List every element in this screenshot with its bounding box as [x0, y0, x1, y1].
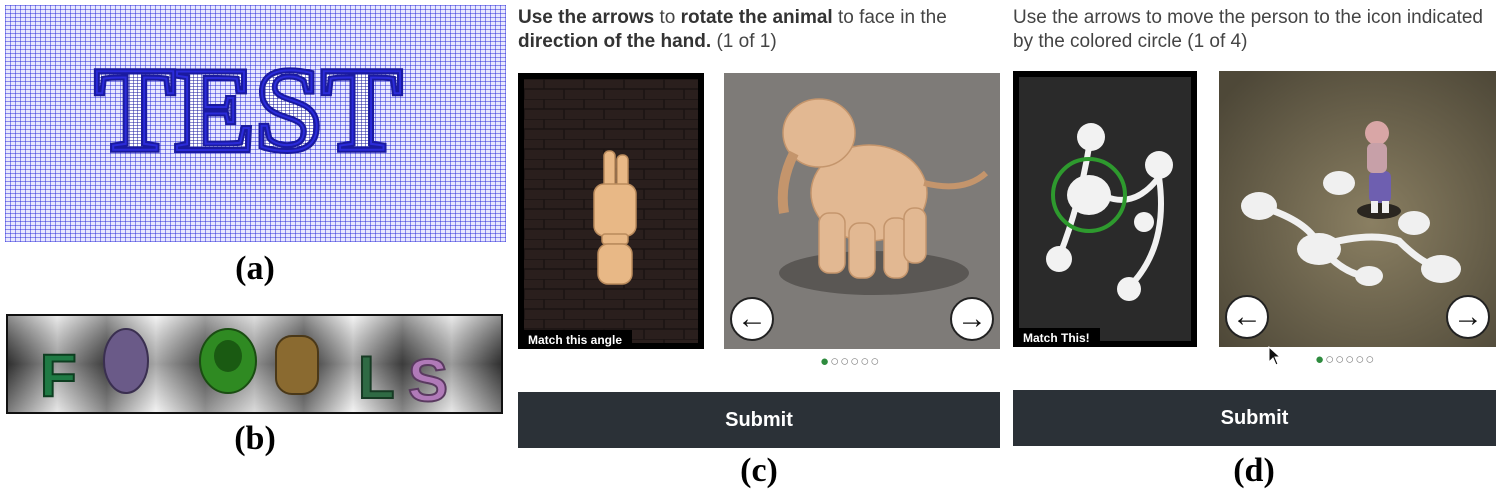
match-angle-label: Match this angle	[518, 330, 633, 349]
letter-l: L	[358, 344, 395, 411]
panel-b-3d-letters-image: F L S	[6, 314, 503, 414]
wireframe-grid: TEST TEST	[5, 5, 506, 242]
rotate-right-button[interactable]: →	[950, 297, 994, 341]
move-left-button[interactable]: ←	[1225, 295, 1269, 339]
mouse-cursor-icon	[1268, 346, 1282, 366]
rotatable-animal-view: ← →	[724, 73, 1000, 349]
caption-b: (b)	[234, 420, 276, 457]
test-text-relief: TEST TEST	[92, 40, 405, 179]
test-relief-text: TEST	[95, 43, 402, 176]
hand-on-brick-image	[524, 79, 698, 343]
arrow-right-icon: →	[1453, 300, 1483, 333]
movable-person-view: ← →	[1219, 71, 1496, 347]
progress-dots-c: ●○○○○○	[820, 353, 880, 370]
instr-c-bold-2: rotate the animal	[680, 7, 833, 28]
letter-d-shape	[275, 335, 319, 395]
panel-d-instruction: Use the arrows to move the person to the…	[1013, 7, 1483, 52]
panel-c-instruction: Use the arrows to rotate the animal to f…	[518, 6, 998, 54]
caption-d: (d)	[1233, 452, 1275, 489]
arrow-left-icon: ←	[737, 302, 767, 335]
caption-a: (a)	[235, 250, 275, 287]
panel-a-grid-image: TEST TEST	[5, 5, 506, 242]
dot-inactive: ○○○○○	[830, 353, 881, 370]
instr-c-text-3: (1 of 1)	[711, 31, 777, 52]
instr-c-text-2: to face in the	[832, 7, 947, 28]
letter-o-hole	[214, 340, 242, 372]
caption-c: (c)	[740, 452, 778, 489]
instr-c-bold-3: direction of the hand.	[518, 31, 712, 52]
arrow-right-icon: →	[957, 302, 987, 335]
instr-c-bold-1: Use the arrows	[518, 7, 655, 28]
reference-image-icons: Match This!	[1013, 71, 1197, 347]
arrow-left-icon: ←	[1232, 300, 1262, 333]
rotate-left-button[interactable]: ←	[730, 297, 774, 341]
3d-letters-scene: F L S	[8, 316, 501, 412]
letter-c-shape	[103, 328, 149, 394]
dot-active: ●	[820, 353, 831, 370]
dot-inactive: ○○○○○	[1325, 351, 1376, 368]
dot-active: ●	[1315, 351, 1326, 368]
progress-dots-d: ●○○○○○	[1315, 351, 1375, 368]
instr-c-text-1: to	[654, 7, 681, 28]
submit-button-d[interactable]: Submit	[1013, 390, 1496, 446]
reference-image-hand: Match this angle	[518, 73, 704, 349]
icon-map-image	[1019, 77, 1191, 341]
letter-s: S	[408, 347, 448, 412]
letter-f: F	[40, 342, 77, 409]
submit-button-c[interactable]: Submit	[518, 392, 1000, 448]
match-this-label: Match This!	[1013, 328, 1100, 347]
move-right-button[interactable]: →	[1446, 295, 1490, 339]
